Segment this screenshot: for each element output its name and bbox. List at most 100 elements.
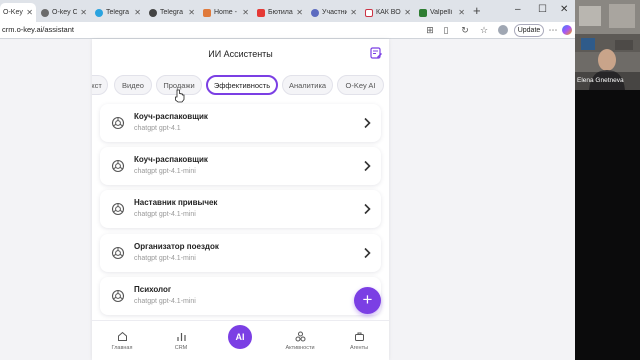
tab-title: Telegra xyxy=(106,9,129,16)
browser-tab[interactable]: Home - ✕ xyxy=(200,3,252,22)
menu-icon[interactable]: ⋯ xyxy=(548,25,558,35)
assistant-card[interactable]: Организатор поездок chatgpt gpt-4.1-mini xyxy=(100,234,381,272)
mouse-cursor-icon xyxy=(175,89,185,103)
openai-icon xyxy=(111,246,125,260)
nav-label: CRM xyxy=(174,345,188,351)
assistant-name: Коуч-распаковщик xyxy=(134,112,208,121)
close-icon[interactable]: ✕ xyxy=(458,8,465,17)
url-field[interactable]: crm.o-key.ai/assistant xyxy=(2,25,74,34)
chevron-right-icon xyxy=(364,117,371,129)
assistant-name: Психолог xyxy=(134,285,172,294)
browser-tab[interactable]: Telegra ✕ xyxy=(92,3,144,22)
chevron-right-icon xyxy=(364,160,371,172)
close-icon[interactable]: ✕ xyxy=(296,8,303,17)
close-icon[interactable]: ✕ xyxy=(26,8,33,17)
add-assistant-button[interactable]: + xyxy=(354,287,381,314)
close-icon[interactable]: ✕ xyxy=(242,8,249,17)
edit-icon[interactable] xyxy=(370,47,382,59)
page-icon xyxy=(419,8,427,17)
bar-chart-icon xyxy=(176,333,186,341)
telegram-icon xyxy=(95,8,103,17)
globe-icon xyxy=(149,8,157,17)
reading-mode-icon[interactable]: ⊞ xyxy=(425,25,435,35)
tab-title: O-Key xyxy=(3,9,23,16)
close-window-icon[interactable]: ✕ xyxy=(560,4,568,16)
assistant-name: Коуч-распаковщик xyxy=(134,155,208,164)
assistant-name: Организатор поездок xyxy=(134,242,219,251)
tab-video[interactable]: Видео xyxy=(114,75,152,95)
update-button[interactable]: Update xyxy=(514,24,544,37)
tab-efficiency[interactable]: Эффективность xyxy=(206,75,278,95)
close-icon[interactable]: ✕ xyxy=(350,8,357,17)
browser-tab[interactable]: O-Key ✕ xyxy=(0,3,36,22)
chevron-right-icon xyxy=(364,247,371,259)
assistant-model: chatgpt gpt-4.1-mini xyxy=(134,211,196,218)
nav-label: Агенты xyxy=(349,345,369,351)
tab-title: O-key C xyxy=(52,9,78,16)
maximize-icon[interactable]: ☐ xyxy=(538,4,547,16)
openai-icon xyxy=(111,289,125,303)
nav-activity[interactable]: Активности xyxy=(275,331,325,351)
nav-label: Активности xyxy=(285,345,315,351)
tab-text[interactable]: кст xyxy=(92,75,108,95)
video-call-panel: Elena Gnetneva xyxy=(575,0,640,360)
tab-okey-ai[interactable]: O-Key AI xyxy=(337,75,384,95)
tab-title: Home - xyxy=(214,9,237,16)
participant-video: Elena Gnetneva xyxy=(575,0,640,90)
split-screen-icon[interactable]: ▯ xyxy=(441,25,451,35)
home-icon xyxy=(117,331,127,341)
close-icon[interactable]: ✕ xyxy=(188,8,195,17)
folder-icon xyxy=(203,8,211,17)
nav-crm[interactable]: CRM xyxy=(156,331,206,351)
refresh-icon[interactable]: ↻ xyxy=(460,25,470,35)
document-icon xyxy=(365,8,373,17)
tab-title: КАК ВОС xyxy=(376,9,401,16)
browser-tab[interactable]: Бютилай ✕ xyxy=(254,3,306,22)
close-icon[interactable]: ✕ xyxy=(134,8,141,17)
assistant-model: chatgpt gpt-4.1-mini xyxy=(134,168,196,175)
activity-icon xyxy=(295,331,305,342)
favicon-icon xyxy=(41,8,49,17)
assistant-card[interactable]: Наставник привычек chatgpt gpt-4.1-mini xyxy=(100,190,381,228)
nav-label: Главная xyxy=(111,345,133,351)
nav-ai-button[interactable]: AI xyxy=(228,325,252,349)
tab-title: Valpelli xyxy=(430,9,453,16)
nav-home[interactable]: Главная xyxy=(97,331,147,351)
youtube-icon xyxy=(257,8,265,17)
assistant-name: Наставник привычек xyxy=(134,198,218,207)
assistant-app: ИИ Ассистенты кст Видео Продажи Эффектив… xyxy=(92,39,389,360)
bottom-navigation: Главная CRM AI Активности Агенты xyxy=(92,320,389,360)
browser-tab[interactable]: Telegra ✕ xyxy=(146,3,198,22)
nav-agents[interactable]: Агенты xyxy=(334,331,384,351)
browser-tab[interactable]: Valpelli ✕ xyxy=(416,3,468,22)
copilot-icon[interactable] xyxy=(562,25,572,35)
assistant-model: chatgpt gpt-4.1 xyxy=(134,125,181,132)
tab-title: Участни xyxy=(322,9,348,16)
assistant-model: chatgpt gpt-4.1-mini xyxy=(134,298,196,305)
browser-tab[interactable]: КАК ВОС ✕ xyxy=(362,3,414,22)
tab-title: Бютилай xyxy=(268,9,293,16)
assistant-card[interactable]: Коуч-распаковщик chatgpt gpt-4.1-mini xyxy=(100,147,381,185)
briefcase-icon xyxy=(354,332,364,341)
close-icon[interactable]: ✕ xyxy=(404,8,411,17)
meeting-icon xyxy=(311,8,319,17)
tab-analytics[interactable]: Аналитика xyxy=(282,75,333,95)
page-title: ИИ Ассистенты xyxy=(208,49,273,59)
new-tab-button[interactable]: + xyxy=(473,4,481,18)
minimize-icon[interactable]: – xyxy=(515,4,521,16)
address-bar: crm.o-key.ai/assistant ⊞ ▯ ↻ ☆ Update ⋯ xyxy=(0,22,575,39)
assistant-card[interactable]: Коуч-распаковщик chatgpt gpt-4.1 xyxy=(100,104,381,142)
close-icon[interactable]: ✕ xyxy=(80,8,87,17)
browser-tab[interactable]: O-key C ✕ xyxy=(38,3,90,22)
assistant-model: chatgpt gpt-4.1-mini xyxy=(134,255,196,262)
participant-name: Elena Gnetneva xyxy=(577,77,624,84)
category-filter: кст Видео Продажи Эффективность Аналитик… xyxy=(92,75,389,97)
openai-icon xyxy=(111,159,125,173)
openai-icon xyxy=(111,202,125,216)
profile-icon[interactable] xyxy=(498,25,508,35)
browser-tab[interactable]: Участни ✕ xyxy=(308,3,360,22)
tab-title: Telegra xyxy=(160,9,183,16)
favorites-icon[interactable]: ☆ xyxy=(479,25,489,35)
openai-icon xyxy=(111,116,125,130)
assistant-card[interactable]: Психолог chatgpt gpt-4.1-mini xyxy=(100,277,381,315)
